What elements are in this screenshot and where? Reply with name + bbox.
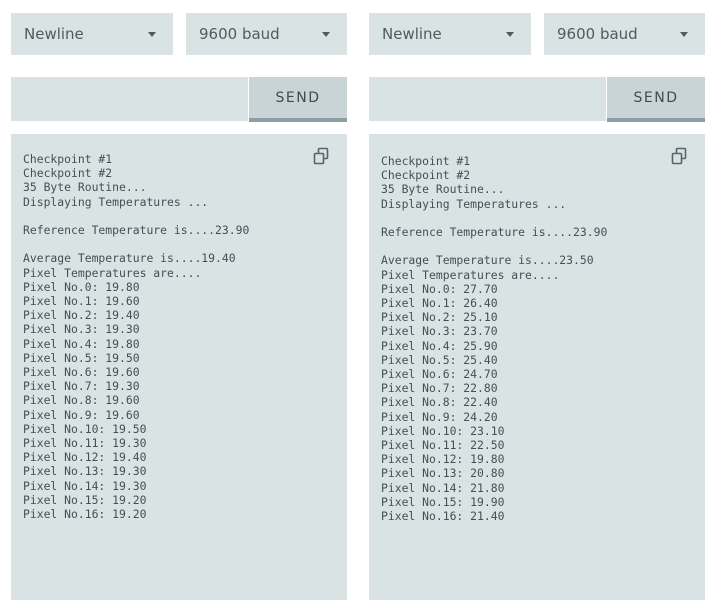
serial-output[interactable]: Checkpoint #1 Checkpoint #2 35 Byte Rout… xyxy=(369,134,705,600)
baud-rate-value: 9600 baud xyxy=(557,25,638,43)
baud-rate-select[interactable]: 9600 baud xyxy=(544,13,705,55)
chevron-down-icon xyxy=(680,32,688,37)
send-button[interactable]: SEND xyxy=(249,77,347,122)
serial-monitor-right: Newline 9600 baud SEND Checkpoint #1 Che… xyxy=(369,0,705,600)
baud-rate-select[interactable]: 9600 baud xyxy=(186,13,347,55)
line-ending-select[interactable]: Newline xyxy=(11,13,173,55)
serial-output[interactable]: Checkpoint #1 Checkpoint #2 35 Byte Rout… xyxy=(11,134,347,600)
serial-output-text: Checkpoint #1 Checkpoint #2 35 Byte Rout… xyxy=(23,152,250,522)
chevron-down-icon xyxy=(506,32,514,37)
chevron-down-icon xyxy=(148,32,156,37)
serial-monitor-left: Newline 9600 baud SEND Checkpoint #1 Che… xyxy=(11,0,347,600)
line-ending-value: Newline xyxy=(382,25,442,43)
copy-icon[interactable] xyxy=(312,147,330,165)
send-row: SEND xyxy=(369,77,705,122)
baud-rate-value: 9600 baud xyxy=(199,25,280,43)
send-row: SEND xyxy=(11,77,347,122)
message-input[interactable] xyxy=(369,77,606,121)
message-input[interactable] xyxy=(11,77,248,121)
copy-icon[interactable] xyxy=(670,147,688,165)
send-button[interactable]: SEND xyxy=(607,77,705,122)
chevron-down-icon xyxy=(322,32,330,37)
line-ending-select[interactable]: Newline xyxy=(369,13,531,55)
line-ending-value: Newline xyxy=(24,25,84,43)
serial-output-text: Checkpoint #1 Checkpoint #2 35 Byte Rout… xyxy=(381,154,608,524)
